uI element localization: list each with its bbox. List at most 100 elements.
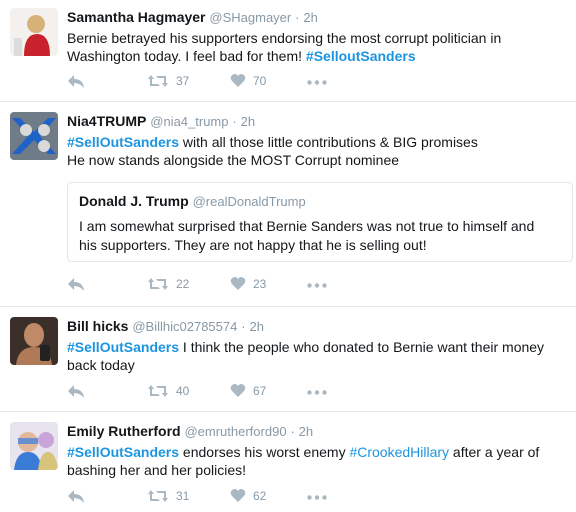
tweet-actions: 40 67: [67, 383, 367, 401]
separator: ·: [232, 114, 237, 129]
tweet: Nia4TRUMP @nia4_trump · 2h #SellOutSande…: [0, 102, 576, 307]
tweet-header: Emily Rutherford @emrutherford90 · 2h: [67, 422, 568, 441]
tweet-actions: 22 23: [67, 276, 367, 294]
heart-icon: [230, 74, 246, 87]
avatar-image: [10, 8, 58, 56]
more-icon: [307, 283, 327, 288]
retweet-icon: [148, 490, 168, 502]
user-fullname[interactable]: Bill hicks: [67, 318, 128, 334]
tweet-text-line: I think the people who donated to Bernie…: [179, 339, 545, 355]
tweet-text-line: bashing her and her policies!: [67, 462, 247, 478]
reply-icon: [68, 278, 84, 291]
avatar-image: [10, 422, 58, 470]
quoted-user-fullname: Donald J. Trump: [79, 193, 189, 209]
like-button[interactable]: 67: [230, 383, 266, 398]
tweet-text: #SellOutSanders endorses his worst enemy…: [67, 443, 568, 479]
quoted-tweet[interactable]: Donald J. Trump @realDonaldTrump I am so…: [67, 182, 573, 262]
like-count: 67: [253, 383, 267, 398]
tweet-header: Nia4TRUMP @nia4_trump · 2h: [67, 112, 568, 131]
like-button[interactable]: 70: [230, 73, 266, 88]
quoted-text-line: I am somewhat surprised that Bernie Sand…: [79, 218, 535, 234]
reply-button[interactable]: [67, 73, 85, 89]
retweet-count: 40: [176, 384, 190, 398]
reply-icon: [68, 385, 84, 398]
tweet-actions: 37 70: [67, 73, 367, 91]
hashtag-link[interactable]: #SellOutSanders: [67, 339, 179, 355]
tweet-text-line: Washington today. I feel bad for them!: [67, 48, 306, 64]
hashtag-link[interactable]: #CrookedHillary: [349, 444, 449, 460]
avatar[interactable]: [10, 317, 58, 365]
more-button[interactable]: [307, 495, 327, 500]
user-handle[interactable]: @SHagmayer: [209, 10, 291, 25]
tweet-text-line: He now stands alongside the MOST Corrupt…: [67, 152, 400, 168]
more-icon: [307, 80, 327, 85]
timestamp[interactable]: 2h: [249, 319, 263, 334]
tweet-header: Samantha Hagmayer @SHagmayer · 2h: [67, 8, 568, 27]
tweet-text: #SellOutSanders I think the people who d…: [67, 338, 568, 374]
retweet-count: 37: [176, 74, 190, 88]
tweet: Bill hicks @Billhic02785574 · 2h #SellOu…: [0, 307, 576, 412]
tweet-text: Bernie betrayed his supporters endorsing…: [67, 29, 568, 65]
heart-icon: [230, 384, 246, 397]
retweet-icon: [148, 75, 168, 87]
timestamp[interactable]: 2h: [303, 10, 317, 25]
tweet-header: Bill hicks @Billhic02785574 · 2h: [67, 317, 568, 336]
avatar[interactable]: [10, 112, 58, 160]
tweet-text-line: back today: [67, 357, 135, 373]
retweet-button[interactable]: 22: [147, 276, 189, 292]
user-fullname[interactable]: Nia4TRUMP: [67, 113, 146, 129]
avatar[interactable]: [10, 422, 58, 470]
retweet-button[interactable]: 31: [147, 488, 189, 504]
tweet-text: #SellOutSanders with all those little co…: [67, 133, 568, 169]
user-handle[interactable]: @Billhic02785574: [132, 319, 237, 334]
more-icon: [307, 495, 327, 500]
quoted-user-handle: @realDonaldTrump: [192, 194, 306, 209]
quoted-tweet-header: Donald J. Trump @realDonaldTrump: [79, 192, 561, 211]
tweet: Samantha Hagmayer @SHagmayer · 2h Bernie…: [0, 0, 576, 102]
tweet: Emily Rutherford @emrutherford90 · 2h #S…: [0, 412, 576, 512]
hashtag-link[interactable]: #SellOutSanders: [67, 134, 179, 150]
reply-icon: [68, 75, 84, 88]
separator: ·: [295, 10, 300, 25]
reply-button[interactable]: [67, 383, 85, 399]
hashtag-link[interactable]: #SelloutSanders: [306, 48, 416, 64]
user-handle[interactable]: @emrutherford90: [184, 424, 286, 439]
retweet-button[interactable]: 37: [147, 73, 189, 89]
like-count: 70: [253, 73, 267, 88]
timestamp[interactable]: 2h: [241, 114, 255, 129]
more-button[interactable]: [307, 80, 327, 85]
reply-button[interactable]: [67, 276, 85, 292]
retweet-icon: [148, 278, 168, 290]
reply-icon: [68, 490, 84, 503]
tweet-text-line: after a year of: [449, 444, 540, 460]
reply-button[interactable]: [67, 488, 85, 504]
avatar-image: [10, 317, 58, 365]
avatar[interactable]: [10, 8, 58, 56]
user-handle[interactable]: @nia4_trump: [150, 114, 228, 129]
retweet-icon: [148, 385, 168, 397]
hashtag-link[interactable]: #SellOutSanders: [67, 444, 179, 460]
tweet-text-line: Bernie betrayed his supporters endorsing…: [67, 30, 502, 46]
more-icon: [307, 390, 327, 395]
like-button[interactable]: 23: [230, 276, 266, 291]
tweet-text-line: with all those little contributions & BI…: [179, 134, 478, 150]
like-button[interactable]: 62: [230, 488, 266, 503]
separator: ·: [290, 424, 295, 439]
user-fullname[interactable]: Samantha Hagmayer: [67, 9, 206, 25]
like-count: 23: [253, 276, 267, 291]
more-button[interactable]: [307, 390, 327, 395]
retweet-count: 31: [176, 489, 190, 503]
heart-icon: [230, 277, 246, 290]
tweet-actions: 31 62: [67, 488, 367, 506]
quoted-tweet-text: I am somewhat surprised that Bernie Sand…: [79, 217, 561, 255]
retweet-button[interactable]: 40: [147, 383, 189, 399]
more-button[interactable]: [307, 283, 327, 288]
heart-icon: [230, 489, 246, 502]
timestamp[interactable]: 2h: [299, 424, 313, 439]
user-fullname[interactable]: Emily Rutherford: [67, 423, 181, 439]
avatar-image: [10, 112, 58, 160]
tweet-text-line: endorses his worst enemy: [179, 444, 350, 460]
retweet-count: 22: [176, 277, 190, 291]
like-count: 62: [253, 488, 267, 503]
quoted-text-line: his supporters. They are not happy that …: [79, 237, 427, 253]
